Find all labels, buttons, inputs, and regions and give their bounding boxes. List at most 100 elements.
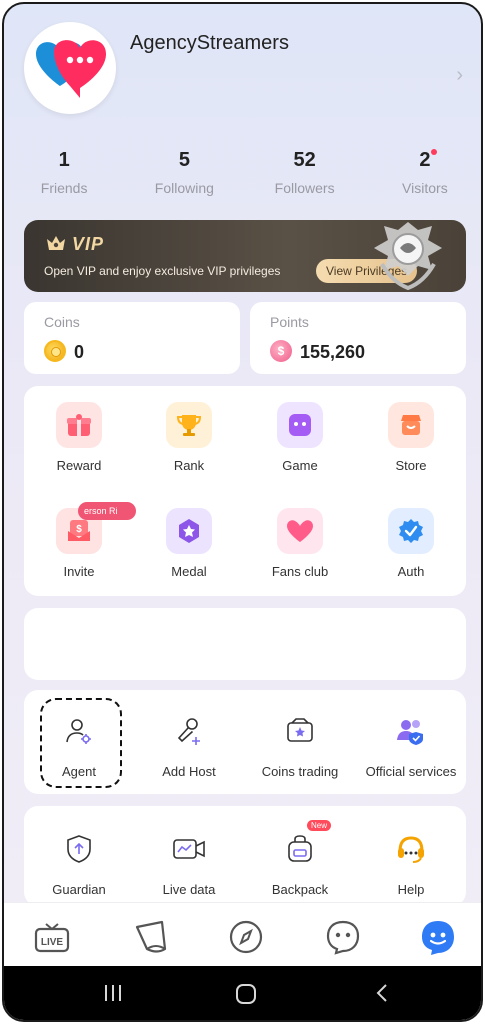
feature-label: Game [282,458,318,473]
empty-banner-card [24,608,466,680]
me-tab[interactable] [418,917,458,957]
agent-highlight-outline [40,698,122,788]
shield-arrow-icon [56,826,102,872]
points-value: 155,260 [300,342,366,362]
svg-text:$: $ [76,524,82,535]
tool-label: Live data [162,882,216,897]
chevron-right-icon[interactable]: › [456,64,463,87]
coin-icon [44,340,66,362]
messages-tab[interactable] [323,917,363,957]
stat-label: Followers [274,180,335,196]
feature-label: Auth [397,564,425,579]
store-icon [388,402,434,448]
stat-following[interactable]: 5 Following [124,149,244,196]
live-tab-text: LIVE [41,937,64,948]
bottom-navigation: LIVE [4,902,481,966]
home-icon [236,984,256,1004]
stat-label: Friends [40,180,88,196]
notification-dot [430,149,437,155]
live-tab[interactable]: LIVE [32,917,72,957]
feature-invite[interactable]: erson Ri $ Invite [24,502,136,579]
heart-icon [277,508,323,554]
vip-subtitle: Open VIP and enjoy exclusive VIP privile… [44,264,281,278]
users-shield-icon [388,708,434,754]
recents-icon [105,985,121,1001]
tool-label: Official services [365,764,457,779]
tool-label: Coins trading [261,764,339,779]
home-button[interactable] [234,982,258,1012]
trophy-icon [166,402,212,448]
stat-label: Following [154,180,214,196]
tool-label: Add Host [162,764,216,779]
feature-grid: Reward Rank Game Store erson Ri $ Invite… [24,386,466,596]
feature-label: Invite [63,564,95,579]
profile-face-icon [422,921,454,955]
vip-badge-icon [374,222,442,291]
compass-icon [229,920,263,954]
tool-guardian[interactable]: Guardian [24,826,134,897]
phone-screen: AgencyStreamers › 1 Friends 5 Following … [2,2,483,1022]
tool-backpack[interactable]: New Backpack [245,820,355,897]
tool-official-services[interactable]: Official services [356,708,466,779]
feature-auth[interactable]: Auth [356,508,466,579]
stat-visitors[interactable]: 2 Visitors [365,149,481,196]
explore-tab[interactable] [226,917,266,957]
headset-icon [388,826,434,872]
tool-label: Backpack [271,882,329,897]
recents-button[interactable] [102,982,124,1010]
feature-label: Fans club [271,564,329,579]
more-tools-card: Guardian Live data New Backpack Help [24,806,466,906]
coins-card[interactable]: Coins 0 [24,302,240,374]
stat-label: Visitors [402,180,448,196]
tool-help[interactable]: Help [356,826,466,897]
microphone-plus-icon [166,708,212,754]
chat-heart-logo-icon [36,40,106,98]
tool-label: Guardian [52,882,106,897]
stat-followers[interactable]: 52 Followers [245,149,365,196]
stat-friends[interactable]: 1 Friends [4,149,124,196]
tool-add-host[interactable]: Add Host [134,708,244,779]
feature-rank[interactable]: Rank [134,402,244,473]
feature-label: Medal [171,564,207,579]
feature-label: Rank [173,458,205,473]
stat-value: 2 [419,149,431,171]
system-navigation-bar [4,966,481,1020]
stat-value: 52 [293,149,316,171]
gift-icon [56,402,102,448]
vip-banner[interactable]: VIP Open VIP and enjoy exclusive VIP pri… [24,220,466,292]
feature-reward[interactable]: Reward [24,402,134,473]
stat-value: 5 [178,149,190,171]
feature-medal[interactable]: Medal [134,508,244,579]
feature-label: Reward [56,458,102,473]
tool-live-data[interactable]: Live data [134,826,244,897]
back-icon [376,984,387,1002]
vip-title: VIP [46,234,104,255]
medal-icon [166,508,212,554]
invite-promo-tag: erson Ri [78,502,136,520]
new-badge: New [307,820,332,831]
feature-store[interactable]: Store [356,402,466,473]
tool-label: Help [397,882,425,897]
feature-label: Store [395,458,427,473]
stat-value: 1 [58,149,70,171]
coins-value: 0 [74,342,85,362]
back-button[interactable] [372,982,394,1010]
backpack-icon [277,826,323,872]
points-label: Points [270,314,309,330]
cone-icon [135,920,167,953]
video-chart-icon [166,826,212,872]
tool-coins-trading[interactable]: Coins trading [245,708,355,779]
points-icon: $ [270,340,292,362]
points-card[interactable]: Points $ 155,260 [250,302,466,374]
vip-title-text: VIP [72,234,105,254]
live-tv-icon: LIVE [34,923,70,953]
username: AgencyStreamers [130,32,289,54]
wallet-star-icon [277,708,323,754]
feature-fans-club[interactable]: Fans club [245,508,355,579]
chat-bubble-icon [326,920,360,955]
feature-game[interactable]: Game [245,402,355,473]
gamepad-icon [277,402,323,448]
avatar[interactable] [24,22,116,114]
profile-stats: 1 Friends 5 Following 52 Followers 2 Vis… [4,149,481,196]
party-tab[interactable] [131,917,171,957]
